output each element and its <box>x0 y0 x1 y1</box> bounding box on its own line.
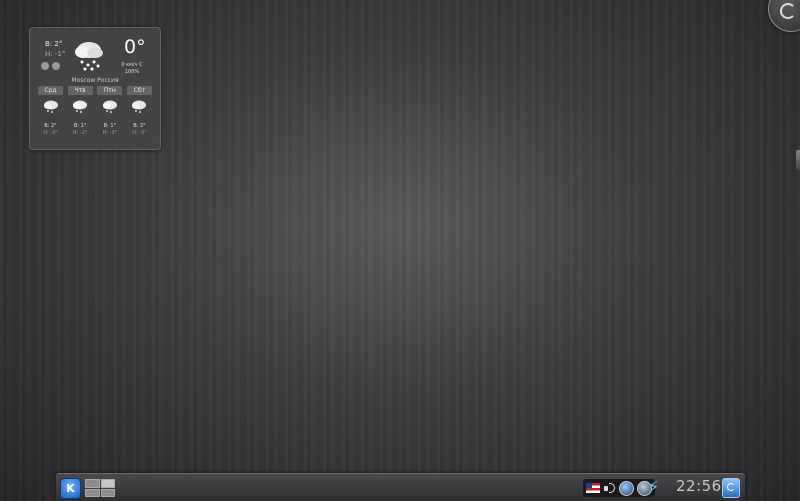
forecast-high: В: 1° <box>73 123 87 129</box>
location-label: Moscow Россия <box>71 77 119 84</box>
weather-low: Н: -1° <box>45 50 66 58</box>
desktop-toolbox-button[interactable] <box>768 0 800 32</box>
kde-menu-button[interactable]: K <box>60 478 81 499</box>
forecast-day: Сбт В: 2° Н: -3° <box>126 86 152 136</box>
speaker-icon[interactable] <box>603 482 616 495</box>
snow-cloud-icon <box>75 42 103 71</box>
weather-small-icons <box>41 62 60 70</box>
pager-desktop-2[interactable] <box>100 479 115 488</box>
pager-desktop-3[interactable] <box>85 488 100 497</box>
forecast-day-name: Птн <box>97 86 123 95</box>
desktop-pager[interactable] <box>85 479 115 497</box>
taskbar-panel: K ⚡ 22:56 <box>56 473 745 501</box>
humidity-readout: 100% <box>124 69 140 75</box>
forecast-low: Н: -3° <box>102 130 118 136</box>
weather-high: В: 2° <box>45 40 63 48</box>
snow-cloud-icon <box>43 100 58 113</box>
info-icon <box>52 62 60 70</box>
power-management-icon[interactable]: ⚡ <box>648 478 659 496</box>
forecast-high: В: 2° <box>44 123 57 129</box>
system-tray <box>583 479 655 497</box>
forecast-day-name: Срд <box>38 86 63 95</box>
forecast-low: Н: -3° <box>132 130 147 136</box>
forecast-day: Чтв В: 1° Н: -2° <box>67 86 93 136</box>
pager-desktop-4[interactable] <box>100 488 115 497</box>
weather-widget[interactable]: В: 2° Н: -1° 0° 0 км/ч С 100% Moscow Рос… <box>29 27 161 150</box>
forecast-day-name: Сбт <box>126 86 152 95</box>
us-flag-icon[interactable] <box>586 483 600 493</box>
forecast-day: Срд В: 2° Н: -2° <box>38 86 63 136</box>
screen-edge-handle[interactable] <box>796 150 800 170</box>
forecast-day-name: Чтв <box>67 86 93 95</box>
current-temperature: 0° <box>124 36 146 58</box>
snow-cloud-icon <box>102 100 117 113</box>
forecast-high: В: 1° <box>103 123 116 129</box>
forecast-list: Срд В: 2° Н: -2° Чтв В: 1° Н: -2° Птн В:… <box>38 86 152 136</box>
globe-icon[interactable] <box>619 480 634 496</box>
kde-logo-icon: K <box>66 482 75 495</box>
forecast-high: В: 2° <box>133 123 146 129</box>
panel-clock[interactable]: 22:56 <box>676 477 722 495</box>
wind-readout: 0 км/ч С <box>121 62 143 68</box>
panel-toolbox-button[interactable] <box>722 478 740 498</box>
snow-cloud-icon <box>132 100 147 113</box>
pager-desktop-1[interactable] <box>85 479 100 488</box>
forecast-low: Н: -2° <box>72 130 88 136</box>
wind-icon <box>41 62 49 70</box>
plasma-cashew-icon <box>780 3 796 19</box>
forecast-day: Птн В: 1° Н: -3° <box>97 86 123 136</box>
snow-cloud-icon <box>73 100 88 113</box>
forecast-low: Н: -2° <box>43 130 58 136</box>
